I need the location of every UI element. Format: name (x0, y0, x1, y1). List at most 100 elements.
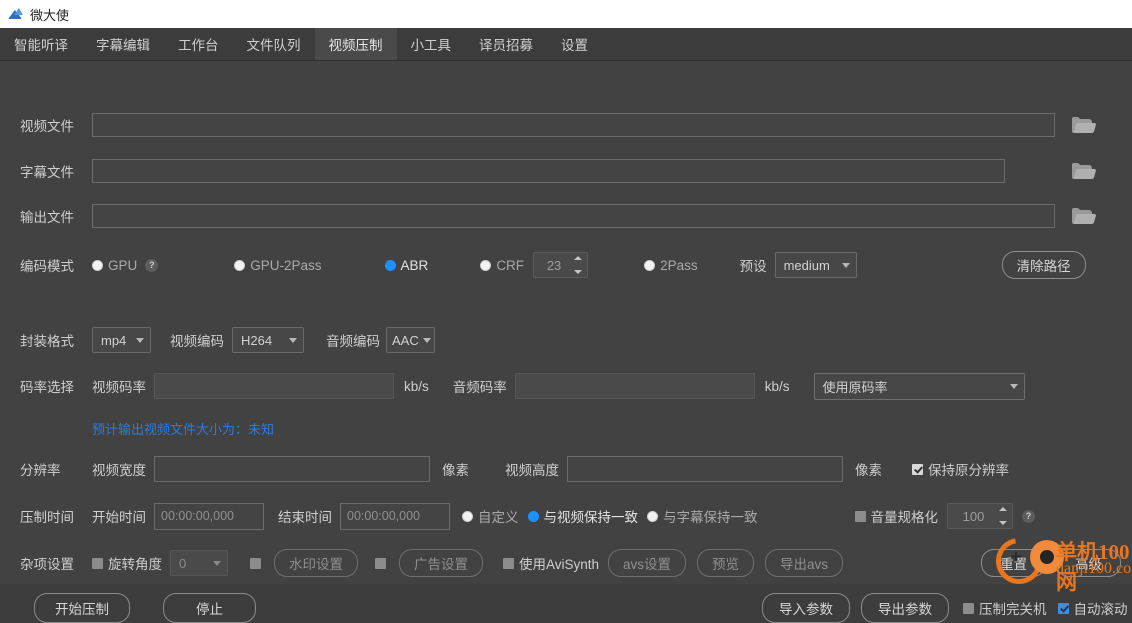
video-bitrate-input[interactable] (154, 373, 394, 399)
rotate-angle-dropdown[interactable]: 0 (170, 550, 228, 576)
video-width-label: 视频宽度 (92, 463, 146, 478)
video-height-input[interactable] (567, 456, 843, 482)
tab-workbench[interactable]: 工作台 (164, 28, 233, 60)
volume-increment-icon[interactable] (999, 507, 1007, 511)
resolution-row: 分辨率 视频宽度 像素 视频高度 像素 保持原分辨率 (0, 454, 1132, 484)
bitrate-mode-dropdown[interactable]: 使用原码率 (813, 372, 1025, 400)
reset-button[interactable]: 重置 (981, 549, 1047, 577)
audio-codec-dropdown[interactable]: AAC (386, 327, 435, 353)
audio-codec-label: 音频编码 (326, 334, 380, 349)
rotate-angle-label: 旋转角度 (108, 557, 162, 572)
time-mode-custom-label: 自定义 (478, 510, 519, 525)
auto-scroll-label: 自动滚动 (1073, 602, 1128, 617)
time-mode-match-video-label: 与视频保持一致 (543, 510, 639, 525)
video-bitrate-label: 视频码率 (92, 380, 146, 395)
format-row: 封装格式 mp4 视频编码 H264 音频编码 AAC (0, 325, 1132, 355)
audio-bitrate-input[interactable] (514, 373, 755, 399)
crf-value-stepper[interactable]: 23 (533, 252, 589, 278)
rotate-angle-checkbox[interactable]: 旋转角度 (92, 553, 162, 573)
tab-smart-translate[interactable]: 智能听译 (0, 28, 82, 60)
encode-mode-abr[interactable]: ABR (384, 258, 428, 273)
tab-subtitle-edit[interactable]: 字幕编辑 (82, 28, 164, 60)
estimated-size-text: 预计输出视频文件大小为：未知 (92, 421, 275, 437)
tab-video-compress[interactable]: 视频压制 (314, 28, 397, 60)
gpu-help-icon[interactable]: ? (145, 258, 159, 272)
import-params-button[interactable]: 导入参数 (762, 593, 850, 623)
subtitle-file-row: 字幕文件 (0, 156, 1132, 186)
crf-value: 23 (546, 257, 562, 273)
start-time-input[interactable] (154, 502, 264, 530)
shutdown-after-compress-checkbox[interactable]: 压制完关机 (963, 598, 1047, 618)
chevron-down-icon (422, 337, 431, 343)
chevron-down-icon (841, 262, 850, 268)
time-mode-match-subtitle[interactable]: 与字幕保持一致 (647, 506, 758, 526)
checkbox-icon (963, 602, 974, 614)
radio-abr-icon (384, 259, 396, 271)
ad-settings-button[interactable]: 广告设置 (399, 549, 483, 577)
encode-mode-gpu-2pass-label: GPU-2Pass (250, 257, 322, 273)
radio-gpu-icon (92, 259, 103, 271)
time-mode-match-video[interactable]: 与视频保持一致 (527, 506, 639, 526)
video-width-unit: 像素 (442, 463, 469, 478)
video-width-input[interactable] (154, 456, 430, 482)
preview-button[interactable]: 预览 (697, 549, 755, 577)
preset-dropdown[interactable]: medium (774, 252, 857, 278)
video-compress-panel: 视频文件 字幕文件 输出文件 编码模式 GPU ? GPU-2Pass ABR … (0, 61, 1132, 623)
shutdown-after-compress-label: 压制完关机 (979, 602, 1047, 617)
bitrate-row: 码率选择 视频码率 kb/s 音频码率 kb/s 使用原码率 (0, 371, 1132, 401)
video-file-label: 视频文件 (20, 119, 74, 134)
ad-checkbox[interactable] (375, 557, 386, 569)
tab-tools[interactable]: 小工具 (397, 28, 466, 60)
tab-settings[interactable]: 设置 (547, 28, 602, 60)
encode-mode-2pass[interactable]: 2Pass (644, 258, 698, 273)
advanced-button[interactable]: 高级 (1056, 549, 1122, 577)
encode-mode-gpu[interactable]: GPU (92, 258, 137, 273)
stop-button[interactable]: 停止 (163, 593, 256, 623)
end-time-input[interactable] (340, 502, 450, 530)
tab-translator-recruit[interactable]: 译员招募 (465, 28, 547, 60)
start-time-label: 开始时间 (92, 510, 146, 525)
auto-scroll-checkbox[interactable]: 自动滚动 (1057, 598, 1128, 618)
resolution-label: 分辨率 (20, 463, 61, 478)
clear-path-button[interactable]: 清除路径 (1001, 251, 1086, 279)
chevron-down-icon (213, 560, 221, 566)
subtitle-file-browse-icon[interactable] (1072, 162, 1097, 180)
output-file-input[interactable] (92, 204, 1055, 228)
keep-original-resolution-checkbox[interactable]: 保持原分辨率 (912, 459, 1009, 479)
output-file-browse-icon[interactable] (1072, 207, 1097, 225)
keep-original-resolution-label: 保持原分辨率 (928, 463, 1009, 478)
volume-normalize-checkbox[interactable]: 音量规格化 (854, 506, 939, 526)
avisynth-checkbox[interactable]: 使用AviSynth (503, 553, 599, 573)
video-file-input[interactable] (92, 113, 1055, 137)
volume-normalize-label: 音量规格化 (870, 510, 939, 525)
crf-decrement-icon[interactable] (574, 270, 583, 274)
container-format-label: 封装格式 (20, 334, 74, 349)
volume-normalize-value: 100 (962, 508, 985, 524)
crf-increment-icon[interactable] (574, 256, 583, 260)
export-params-button[interactable]: 导出参数 (861, 593, 949, 623)
watermark-settings-button[interactable]: 水印设置 (274, 549, 358, 577)
start-compress-button[interactable]: 开始压制 (34, 593, 130, 623)
container-format-value: mp4 (101, 332, 127, 348)
subtitle-file-input[interactable] (92, 159, 1005, 183)
tab-file-queue[interactable]: 文件队列 (233, 28, 315, 60)
volume-decrement-icon[interactable] (999, 521, 1007, 525)
export-avs-button[interactable]: 导出avs (765, 549, 844, 577)
radio-gpu-2pass-icon (234, 259, 246, 271)
checkbox-icon (503, 557, 514, 569)
encode-mode-crf[interactable]: CRF (480, 258, 524, 273)
video-codec-value: H264 (241, 332, 273, 348)
time-mode-custom[interactable]: 自定义 (462, 506, 519, 526)
preset-value: medium (783, 257, 830, 273)
watermark-checkbox[interactable] (250, 557, 261, 569)
end-time-label: 结束时间 (278, 510, 332, 525)
volume-normalize-stepper[interactable]: 100 (947, 503, 1013, 529)
video-height-label: 视频高度 (505, 463, 559, 478)
encode-mode-gpu-2pass[interactable]: GPU-2Pass (234, 257, 322, 273)
video-file-browse-icon[interactable] (1072, 116, 1097, 134)
video-codec-dropdown[interactable]: H264 (232, 327, 304, 353)
encode-mode-crf-label: CRF (496, 257, 525, 273)
container-format-dropdown[interactable]: mp4 (92, 327, 151, 353)
avs-settings-button[interactable]: avs设置 (608, 549, 687, 577)
volume-help-icon[interactable]: ? (1022, 509, 1035, 523)
